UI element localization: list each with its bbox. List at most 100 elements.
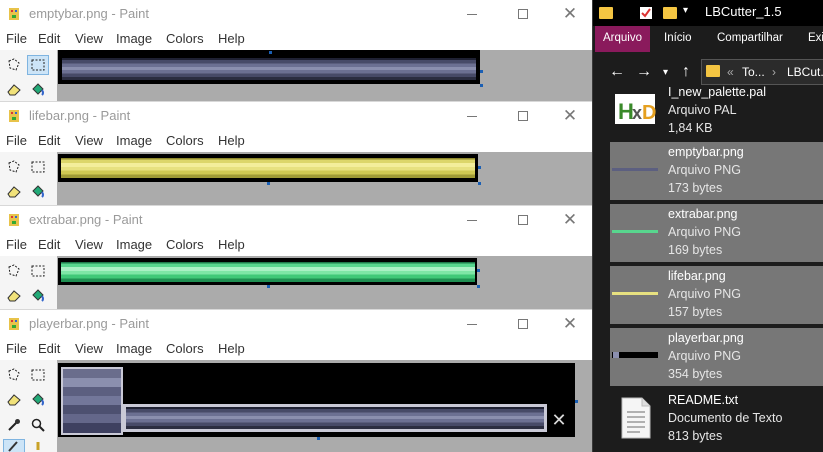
canvas-area[interactable]: ✕: [57, 360, 592, 452]
address-overflow[interactable]: «: [727, 65, 734, 79]
minimize-button[interactable]: [462, 210, 482, 230]
menu-help[interactable]: Help: [218, 31, 245, 46]
resize-handle[interactable]: [480, 70, 483, 73]
resize-handle[interactable]: [575, 400, 578, 403]
resize-handle[interactable]: [267, 285, 270, 288]
address-segment[interactable]: To...: [742, 65, 765, 79]
canvas-emptybar[interactable]: [58, 50, 480, 84]
rect-select-tool[interactable]: [27, 261, 49, 281]
color-picker-tool[interactable]: [3, 415, 25, 435]
recent-chevron-icon[interactable]: ▾: [663, 67, 668, 78]
menu-edit[interactable]: Edit: [38, 341, 60, 356]
file-explorer-window[interactable]: ▾ LBCutter_1.5 Arquivo Início Compartilh…: [592, 0, 823, 452]
list-item[interactable]: playerbar.png Arquivo PNG 354 bytes: [610, 328, 823, 386]
resize-handle[interactable]: [480, 84, 483, 87]
menu-image[interactable]: Image: [116, 237, 152, 252]
menu-image[interactable]: Image: [116, 341, 152, 356]
rect-select-tool[interactable]: [27, 157, 49, 177]
maximize-button[interactable]: [513, 210, 533, 230]
fill-tool[interactable]: [27, 79, 49, 99]
resize-handle[interactable]: [478, 182, 481, 185]
menu-edit[interactable]: Edit: [38, 237, 60, 252]
canvas-playerbar[interactable]: ✕: [58, 363, 575, 437]
pencil-tool[interactable]: [3, 439, 25, 452]
menu-view[interactable]: View: [75, 237, 103, 252]
close-button[interactable]: ✕: [560, 4, 580, 24]
maximize-button[interactable]: [513, 106, 533, 126]
paint-window-lifebar[interactable]: lifebar.png - Paint ✕ File Edit View Ima…: [0, 101, 592, 205]
up-arrow-icon[interactable]: ↑: [682, 63, 690, 81]
dropdown-chevron-icon[interactable]: ▾: [683, 5, 688, 16]
resize-handle[interactable]: [478, 166, 481, 169]
free-select-tool[interactable]: [3, 157, 25, 177]
list-item[interactable]: extrabar.png Arquivo PNG 169 bytes: [610, 204, 823, 262]
tab-arquivo[interactable]: Arquivo: [595, 26, 650, 52]
paint-window-extrabar[interactable]: extrabar.png - Paint ✕ File Edit View Im…: [0, 205, 592, 309]
menu-image[interactable]: Image: [116, 31, 152, 46]
back-arrow-icon[interactable]: ←: [609, 63, 625, 81]
menu-help[interactable]: Help: [218, 133, 245, 148]
eraser-tool[interactable]: [3, 389, 25, 409]
magnifier-tool[interactable]: [27, 415, 49, 435]
canvas-area[interactable]: [57, 50, 592, 101]
canvas-lifebar[interactable]: [58, 154, 478, 182]
eraser-tool[interactable]: [3, 181, 25, 201]
list-item[interactable]: HxD I_new_palette.pal Arquivo PAL 1,84 K…: [610, 82, 823, 140]
menu-colors[interactable]: Colors: [166, 341, 204, 356]
resize-handle[interactable]: [269, 51, 272, 54]
menu-colors[interactable]: Colors: [166, 237, 204, 252]
eraser-tool[interactable]: [3, 79, 25, 99]
brush-tool[interactable]: [27, 439, 49, 452]
resize-handle[interactable]: [477, 285, 480, 288]
menu-help[interactable]: Help: [218, 341, 245, 356]
close-button[interactable]: ✕: [560, 210, 580, 230]
list-item[interactable]: lifebar.png Arquivo PNG 157 bytes: [610, 266, 823, 324]
list-item[interactable]: README.txt Documento de Texto 813 bytes: [610, 390, 823, 448]
address-segment[interactable]: LBCut...: [787, 65, 823, 79]
resize-handle[interactable]: [317, 437, 320, 440]
free-select-tool[interactable]: [3, 365, 25, 385]
minimize-button[interactable]: [462, 106, 482, 126]
menu-view[interactable]: View: [75, 133, 103, 148]
canvas-extrabar[interactable]: [58, 258, 477, 285]
fill-tool[interactable]: [27, 181, 49, 201]
explorer-title-bar[interactable]: ▾ LBCutter_1.5: [593, 0, 823, 26]
tab-exibir[interactable]: Exib: [808, 32, 823, 44]
menu-help[interactable]: Help: [218, 237, 245, 252]
paint-window-emptybar[interactable]: emptybar.png - Paint ✕ File Edit View Im…: [0, 0, 592, 101]
close-button[interactable]: ✕: [560, 314, 580, 334]
fill-tool[interactable]: [27, 389, 49, 409]
minimize-button[interactable]: [462, 4, 482, 24]
maximize-button[interactable]: [513, 4, 533, 24]
maximize-button[interactable]: [513, 314, 533, 334]
title-bar[interactable]: playerbar.png - Paint ✕: [0, 310, 592, 338]
free-select-tool[interactable]: [3, 261, 25, 281]
menu-file[interactable]: File: [6, 237, 27, 252]
menu-colors[interactable]: Colors: [166, 31, 204, 46]
menu-image[interactable]: Image: [116, 133, 152, 148]
menu-view[interactable]: View: [75, 31, 103, 46]
menu-file[interactable]: File: [6, 31, 27, 46]
fill-tool[interactable]: [27, 285, 49, 305]
tab-inicio[interactable]: Início: [664, 32, 692, 44]
resize-handle[interactable]: [267, 182, 270, 185]
title-bar[interactable]: extrabar.png - Paint ✕: [0, 206, 592, 234]
minimize-button[interactable]: [462, 314, 482, 334]
list-item[interactable]: emptybar.png Arquivo PNG 173 bytes: [610, 142, 823, 200]
rect-select-tool[interactable]: [27, 55, 49, 75]
menu-view[interactable]: View: [75, 341, 103, 356]
close-button[interactable]: ✕: [560, 106, 580, 126]
eraser-tool[interactable]: [3, 285, 25, 305]
title-bar[interactable]: emptybar.png - Paint ✕: [0, 0, 592, 28]
rect-select-tool[interactable]: [27, 365, 49, 385]
tab-compartilhar[interactable]: Compartilhar: [717, 32, 783, 44]
menu-file[interactable]: File: [6, 133, 27, 148]
resize-handle[interactable]: [477, 269, 480, 272]
forward-arrow-icon[interactable]: →: [636, 63, 652, 81]
free-select-tool[interactable]: [3, 55, 25, 75]
menu-file[interactable]: File: [6, 341, 27, 356]
menu-edit[interactable]: Edit: [38, 133, 60, 148]
canvas-area[interactable]: [57, 152, 592, 205]
paint-window-playerbar[interactable]: playerbar.png - Paint ✕ File Edit View I…: [0, 309, 592, 452]
canvas-area[interactable]: [57, 256, 592, 309]
